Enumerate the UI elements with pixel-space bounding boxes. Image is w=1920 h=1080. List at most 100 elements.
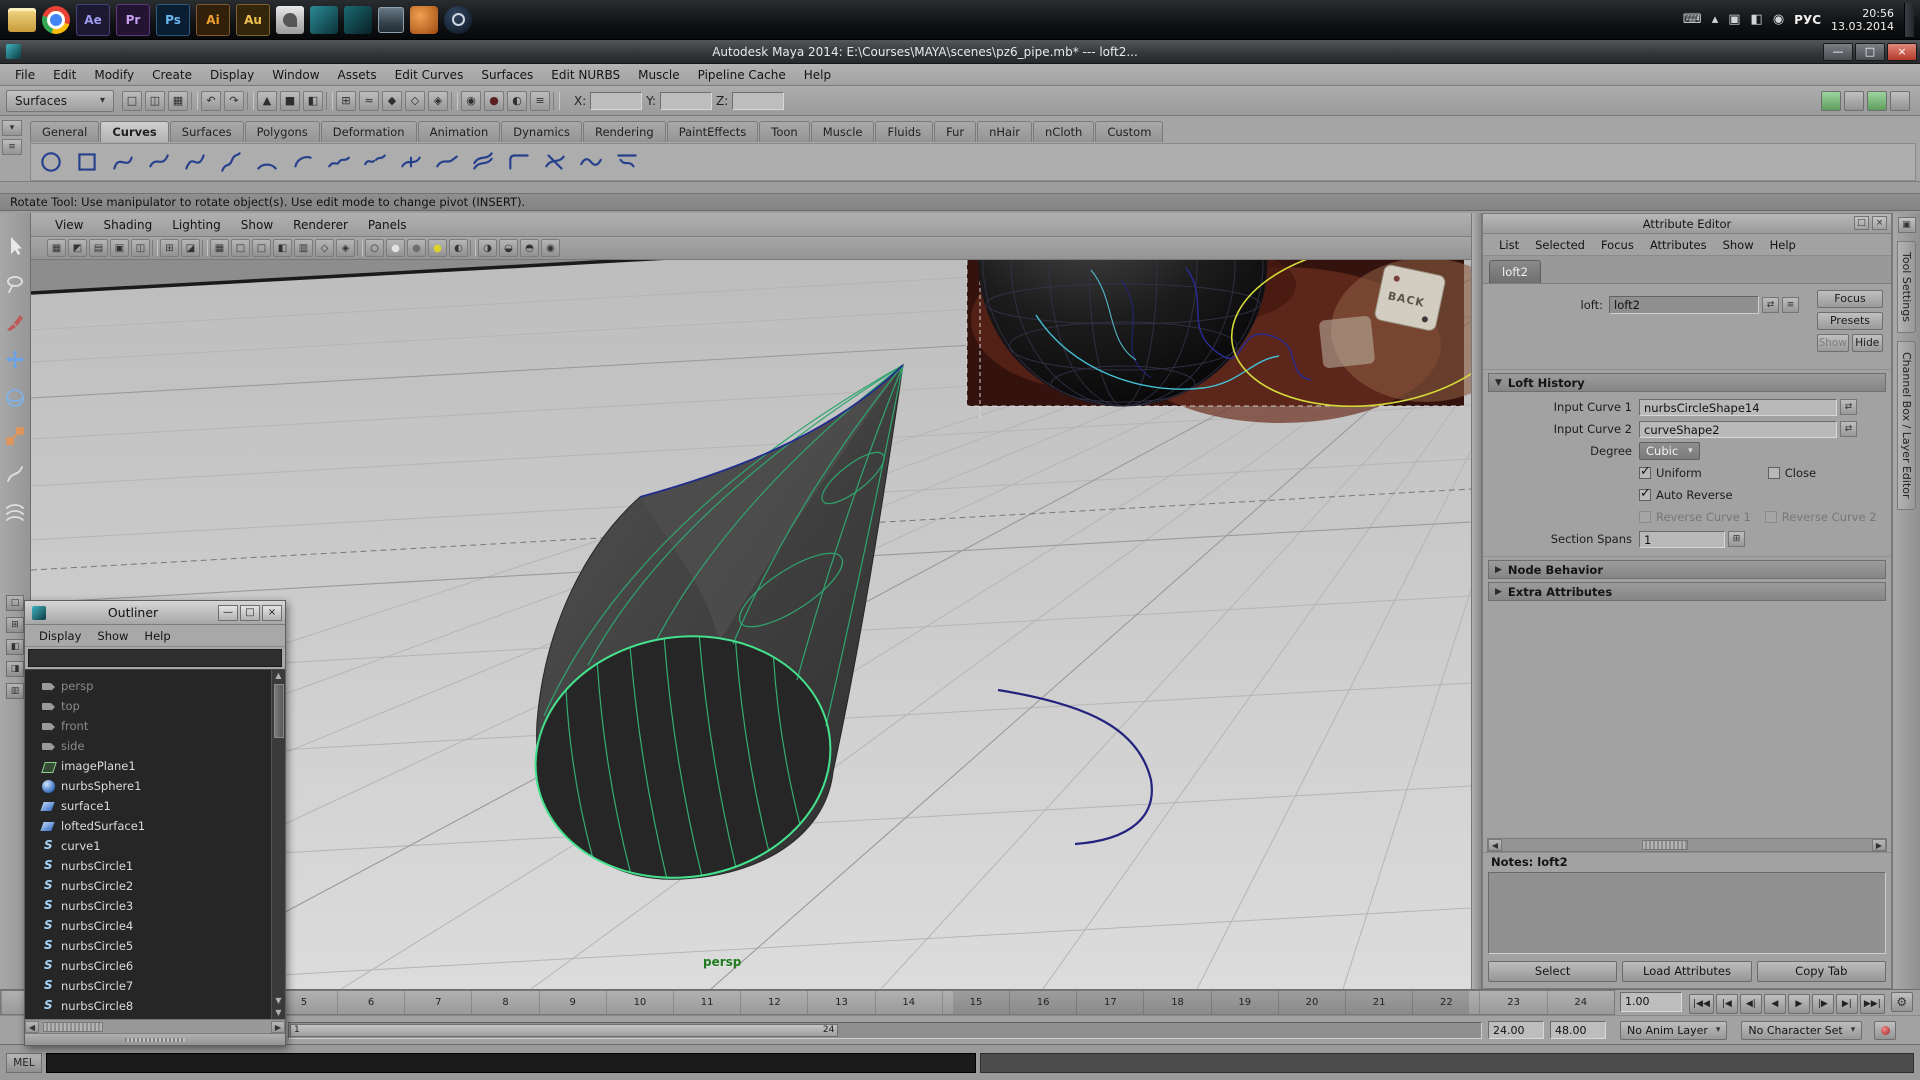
playback-end-field[interactable]: 24.00	[1488, 1021, 1544, 1039]
sep[interactable]	[451, 92, 458, 110]
tray-expand-icon[interactable]: ▴	[1712, 12, 1719, 27]
scroll-up-icon[interactable]: ▲	[275, 670, 281, 682]
pencil-curve-tool[interactable]	[215, 146, 247, 178]
input-connection-icon[interactable]: ⇄	[1762, 297, 1779, 313]
ae-footer-button[interactable]: Copy Tab	[1757, 961, 1886, 982]
mel-toggle-button[interactable]: MEL	[6, 1053, 42, 1073]
reverse-curve-1-checkbox[interactable]	[1639, 511, 1651, 523]
shelf-tab[interactable]: Deformation	[321, 121, 417, 142]
chrome-icon[interactable]	[42, 6, 70, 34]
attribute-editor-titlebar[interactable]: Attribute Editor □ ×	[1483, 214, 1891, 234]
shadows-icon[interactable]: ◐	[449, 239, 468, 257]
bookmark-icon[interactable]: ▣	[110, 239, 129, 257]
menu-item[interactable]: Muscle	[629, 68, 689, 82]
sep[interactable]	[326, 92, 333, 110]
new-scene-icon[interactable]: □	[122, 91, 142, 111]
outliner-item[interactable]: persp	[25, 676, 269, 696]
ae-close-button[interactable]: ×	[1872, 216, 1887, 230]
redo-icon[interactable]: ↷	[224, 91, 244, 111]
insert-knot[interactable]	[395, 146, 427, 178]
outliner-item[interactable]: nurbsCircle4	[25, 916, 269, 936]
app-icon-teal-1[interactable]	[310, 6, 338, 34]
tray-network-icon[interactable]: ▣	[1728, 12, 1740, 27]
toggle-tool-settings-button[interactable]	[1844, 91, 1864, 111]
outliner-item[interactable]: loftedSurface1	[25, 816, 269, 836]
focus-button[interactable]: Focus	[1817, 290, 1883, 308]
step-forward-key-button[interactable]: |▶	[1812, 994, 1834, 1014]
show-manipulator-tool[interactable]	[1, 459, 29, 489]
outliner-item[interactable]: nurbsCircle3	[25, 896, 269, 916]
select-tool[interactable]	[1, 231, 29, 261]
undo-icon[interactable]: ↶	[201, 91, 221, 111]
tray-flag-icon[interactable]: ◉	[1773, 12, 1784, 27]
textured-icon[interactable]: ●	[407, 239, 426, 257]
make-live-icon[interactable]: ◈	[428, 91, 448, 111]
outliner-minimize-button[interactable]: —	[218, 605, 238, 621]
y-input[interactable]	[660, 92, 712, 110]
film-gate-icon[interactable]: □	[231, 239, 250, 257]
snap-plane-icon[interactable]: ◇	[405, 91, 425, 111]
maya-taskbar-icon[interactable]	[378, 7, 404, 33]
show-button[interactable]: Show	[1817, 334, 1849, 352]
snap-point-icon[interactable]: ◆	[382, 91, 402, 111]
ae-menu-item[interactable]: Help	[1762, 238, 1804, 252]
render-icon[interactable]: ●	[484, 91, 504, 111]
illustrator-icon[interactable]: Ai	[196, 4, 230, 36]
scroll-down-icon[interactable]: ▼	[275, 995, 281, 1007]
motion-blur-icon[interactable]: ◒	[499, 239, 518, 257]
outliner-item[interactable]: front	[25, 716, 269, 736]
character-set-dropdown[interactable]: No Character Set	[1741, 1021, 1862, 1040]
paint-select-tool[interactable]	[1, 307, 29, 337]
audition-icon[interactable]: Au	[236, 4, 270, 36]
step-back-frame-button[interactable]: |◀	[1716, 994, 1738, 1014]
sep[interactable]	[152, 240, 158, 256]
degree-dropdown[interactable]: Cubic	[1639, 442, 1700, 460]
outliner-close-button[interactable]: ×	[262, 605, 282, 621]
close-checkbox[interactable]	[1768, 467, 1780, 479]
cut-curve[interactable]	[539, 146, 571, 178]
safe-action-icon[interactable]: ◇	[315, 239, 334, 257]
grease-pencil-icon[interactable]: ◪	[181, 239, 200, 257]
ae-node-tab[interactable]: loft2	[1489, 260, 1541, 283]
app-icon-orange[interactable]	[410, 6, 438, 34]
shelf-tab[interactable]: PaintEffects	[667, 121, 759, 142]
sep[interactable]	[191, 92, 198, 110]
menu-item[interactable]: Help	[795, 68, 840, 82]
auto-keyframe-button[interactable]	[1874, 1021, 1896, 1040]
keyboard-icon[interactable]: ⌨	[1683, 12, 1702, 27]
go-to-start-button[interactable]: |◀◀	[1689, 994, 1714, 1014]
isolate-select-icon[interactable]: ◉	[541, 239, 560, 257]
quick-layout-outliner-button[interactable]: ▥	[6, 683, 24, 699]
lasso-tool[interactable]	[1, 269, 29, 299]
scroll-left-icon[interactable]: ◀	[1488, 839, 1502, 851]
outliner-resize-grip[interactable]	[25, 1033, 285, 1045]
section-node-behavior[interactable]: ▶ Node Behavior	[1488, 560, 1886, 579]
menu-item[interactable]: Assets	[329, 68, 386, 82]
ae-float-button[interactable]: □	[1854, 216, 1869, 230]
ae-footer-button[interactable]: Select	[1488, 961, 1617, 982]
wireframe-icon[interactable]: ○	[365, 239, 384, 257]
fillet-curve[interactable]	[503, 146, 535, 178]
detach-curves[interactable]	[359, 146, 391, 178]
outliner-menu-item[interactable]: Display	[31, 629, 89, 643]
quick-layout-two-side-button[interactable]: ◧	[6, 639, 24, 655]
ep-curve-tool[interactable]	[143, 146, 175, 178]
cv-curve-tool[interactable]	[107, 146, 139, 178]
shelf-tab[interactable]: Custom	[1095, 121, 1163, 142]
shelf-tab[interactable]: Toon	[759, 121, 809, 142]
animation-end-field[interactable]: 48.00	[1550, 1021, 1606, 1039]
arc-3point-tool[interactable]	[251, 146, 283, 178]
shelf-tab[interactable]: Muscle	[811, 121, 875, 142]
menu-item[interactable]: Modify	[85, 68, 143, 82]
mel-command-input[interactable]	[46, 1053, 976, 1073]
ae-menu-item[interactable]: Selected	[1527, 238, 1593, 252]
outliner-search-input[interactable]	[28, 649, 282, 667]
save-scene-icon[interactable]: ▦	[168, 91, 188, 111]
last-tool-loft[interactable]	[1, 497, 29, 527]
play-forwards-button[interactable]: ▶	[1788, 994, 1810, 1014]
shelf-tab[interactable]: Animation	[418, 121, 501, 142]
outliner-item[interactable]: side	[25, 736, 269, 756]
section-extra-attributes[interactable]: ▶ Extra Attributes	[1488, 582, 1886, 601]
scale-tool[interactable]	[1, 421, 29, 451]
tab-channel-box[interactable]: Channel Box / Layer Editor	[1897, 341, 1916, 510]
